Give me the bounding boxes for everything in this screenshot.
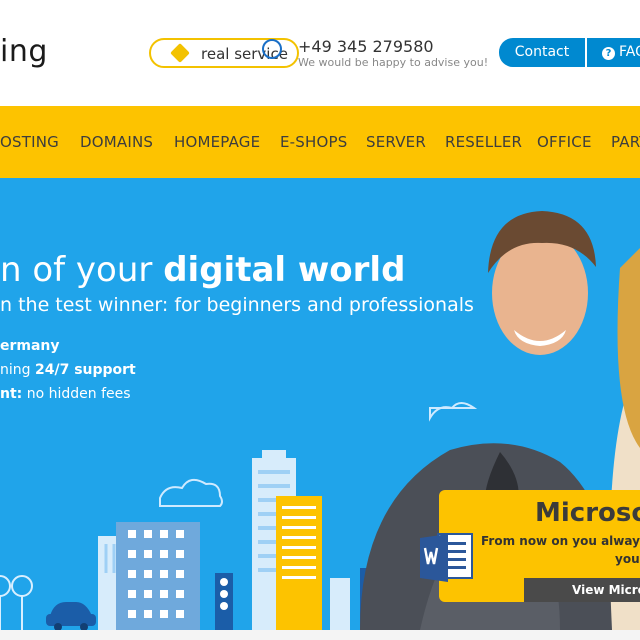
feature-fees-text: no hidden fees xyxy=(22,386,131,402)
feature-support-bold: 24/7 support xyxy=(34,362,136,378)
view-microsoft-button[interactable]: View Micros xyxy=(524,578,640,602)
word-icon xyxy=(420,533,473,582)
main-nav: OSTING DOMAINS HOMEPAGE E-SHOPS SERVER R… xyxy=(0,106,640,178)
feature-fees-bold: nt: xyxy=(0,386,23,402)
promo-text-line1: From now on you always xyxy=(481,534,640,548)
nav-item-domains[interactable]: DOMAINS xyxy=(80,133,153,151)
promo-text-line2: you xyxy=(615,552,640,566)
site-logo[interactable]: ing xyxy=(0,34,48,69)
phone-number[interactable]: +49 345 279580 xyxy=(298,37,434,56)
faq-label: FAQ xyxy=(619,44,640,60)
feature-support-text: ning xyxy=(0,362,35,378)
hero-feature-location: ermany xyxy=(0,338,60,354)
hero-banner: n of your digital world n the test winne… xyxy=(0,178,640,630)
nav-item-reseller[interactable]: RESELLER xyxy=(445,133,522,151)
hero-feature-fees: nt: no hidden fees xyxy=(0,386,131,402)
promo-title: Microso xyxy=(535,498,640,528)
badge-icon xyxy=(170,43,190,63)
page-bottom-strip xyxy=(0,630,640,640)
nav-item-office[interactable]: OFFICE xyxy=(537,133,592,151)
hero-heading-bold: digital world xyxy=(163,250,406,290)
nav-item-homepage[interactable]: HOMEPAGE xyxy=(174,133,260,151)
mouse-cursor-icon xyxy=(262,39,282,59)
question-icon: ? xyxy=(602,47,615,60)
advise-text: We would be happy to advise you! xyxy=(298,56,489,69)
hero-feature-support: ning 24/7 support xyxy=(0,362,136,378)
nav-item-hosting[interactable]: OSTING xyxy=(0,133,59,151)
hero-heading: n of your digital world xyxy=(0,250,405,290)
hero-heading-text: n of your xyxy=(0,250,164,290)
contact-button[interactable]: Contact xyxy=(499,38,585,67)
site-header: ing real service +49 345 279580 We would… xyxy=(0,0,640,106)
nav-item-eshops[interactable]: E-SHOPS xyxy=(280,133,347,151)
nav-item-partner[interactable]: PART xyxy=(611,133,640,151)
nav-item-server[interactable]: SERVER xyxy=(366,133,426,151)
feature-location-text: ermany xyxy=(0,338,60,354)
hero-subheading: n the test winner: for beginners and pro… xyxy=(0,294,474,316)
faq-button[interactable]: ? FAQ xyxy=(587,38,640,67)
